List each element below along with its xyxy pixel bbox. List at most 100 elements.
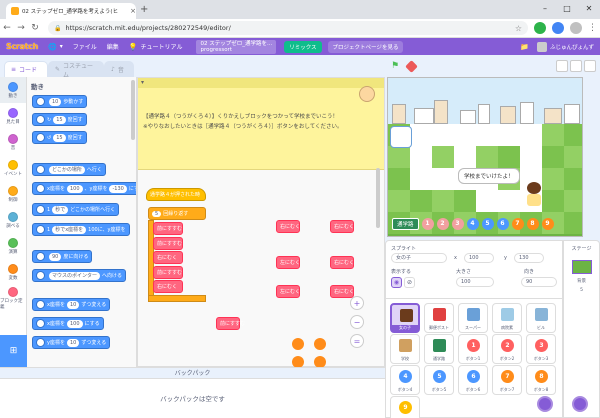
block-input[interactable]: 10 — [66, 338, 80, 347]
palette-block[interactable]: 10 歩動かす — [32, 95, 88, 108]
maximize-icon[interactable]: □ — [556, 0, 578, 19]
palette-block[interactable]: 90 度に向ける — [32, 250, 93, 263]
sprite-thumb[interactable]: 1 ボタン1 — [458, 334, 488, 364]
zoom-reset-icon[interactable]: = — [350, 334, 364, 348]
minimize-icon[interactable]: – — [534, 0, 556, 19]
see-project-page-button[interactable]: プロジェクトページを見る — [327, 40, 404, 53]
palette-block[interactable]: ↻ 15 度回す — [32, 113, 87, 126]
new-tab-button[interactable]: + — [140, 4, 148, 15]
route-button-7[interactable]: 7 — [511, 218, 524, 230]
stage-panel[interactable]: ステージ 背景 5 — [563, 240, 600, 418]
floating-custom-block[interactable]: 左にむく — [276, 256, 300, 269]
sprite-thumb[interactable]: 病院素 — [492, 303, 522, 333]
girl-sprite[interactable] — [525, 182, 543, 208]
hide-visible-icon[interactable]: ⊘ — [404, 277, 415, 288]
sprite-thumb[interactable]: 3 ボタン3 — [526, 334, 556, 364]
file-menu[interactable]: ファイル — [73, 42, 97, 51]
y-field[interactable]: 130 — [514, 253, 544, 263]
browser-tab[interactable]: 02 ステップゼロ_通学路を考えよう(ヒ × — [6, 3, 136, 19]
stage[interactable]: 学校までいけたよ！ 通学路 123456789 — [387, 77, 583, 237]
route-button-8[interactable]: 8 — [526, 218, 539, 230]
block-input[interactable]: 100 — [66, 319, 83, 328]
block-input[interactable]: 10 — [49, 97, 62, 106]
small-stage-icon[interactable] — [556, 60, 568, 72]
route-button-5[interactable]: 5 — [481, 218, 494, 230]
profile-avatar[interactable] — [570, 22, 582, 34]
palette-scrollbar[interactable] — [131, 80, 135, 140]
tab-sounds[interactable]: ♪ 音 — [104, 61, 134, 77]
window-close-icon[interactable]: ✕ — [578, 0, 600, 19]
bookmark-star-icon[interactable]: ☆ — [515, 24, 522, 33]
block-checkbox[interactable] — [36, 252, 45, 261]
green-flag-icon[interactable]: ⚑ — [391, 61, 401, 71]
user-menu[interactable]: 📁 ふじゅんぴょんず — [520, 41, 594, 52]
show-visible-icon[interactable]: ◉ — [391, 277, 402, 288]
collapse-icon[interactable]: ▾ — [141, 79, 144, 86]
route-button-1[interactable]: 1 — [421, 218, 434, 230]
tab-code[interactable]: ≡ コード — [4, 61, 48, 77]
block-checkbox[interactable] — [36, 300, 45, 309]
block-checkbox[interactable] — [36, 165, 45, 174]
zoom-out-icon[interactable]: − — [350, 315, 364, 329]
category-0[interactable]: 動き — [0, 77, 26, 103]
reload-icon[interactable]: ↻ — [28, 23, 42, 33]
block-checkbox[interactable] — [36, 115, 45, 124]
edit-menu[interactable]: 編集 — [107, 42, 119, 51]
sprite-thumb[interactable]: 9ボタン9 — [390, 396, 420, 418]
palette-block[interactable]: ↺ 15 度回す — [32, 131, 87, 144]
sprite-thumb[interactable]: 5 ボタン5 — [424, 365, 454, 395]
category-7[interactable]: 変数 — [0, 259, 26, 285]
sprite-thumb[interactable]: 郵便ポスト — [424, 303, 454, 333]
palette-block[interactable]: マウスのポインター へ向ける — [32, 269, 127, 282]
forward-icon[interactable]: → — [14, 23, 28, 33]
add-extension-button[interactable]: ⊞ — [0, 335, 27, 367]
block-checkbox[interactable] — [36, 97, 45, 106]
backpack-header[interactable]: バックパック — [0, 368, 385, 379]
route-button-4[interactable]: 4 — [466, 218, 479, 230]
custom-block[interactable]: 前にすすむ — [153, 222, 183, 235]
sprite-thumb[interactable]: 4 ボタン4 — [390, 365, 420, 395]
block-bubble[interactable] — [314, 338, 326, 350]
when-clicked-hat-block[interactable]: 通学路４が押された時 — [146, 188, 206, 201]
block-input[interactable]: 秒でx座標を — [52, 225, 87, 234]
block-bubble[interactable] — [292, 338, 304, 350]
palette-block[interactable]: x座標を100、y座標を-130にする — [32, 182, 136, 195]
floating-custom-block[interactable]: 右にむく — [330, 256, 354, 269]
add-sprite-button[interactable] — [537, 396, 553, 412]
sprite-thumb[interactable]: 2 ボタン2 — [492, 334, 522, 364]
route-button-6[interactable]: 6 — [496, 218, 509, 230]
tab-close-icon[interactable]: × — [130, 7, 136, 15]
backpack[interactable]: バックパック バックパックは空です — [0, 367, 385, 418]
palette-block[interactable]: どこかの場所 へ行く — [32, 163, 106, 176]
remix-button[interactable]: リミックス — [284, 40, 322, 53]
sprite-name-field[interactable]: 女の子 — [391, 253, 447, 263]
category-1[interactable]: 見た目 — [0, 103, 26, 129]
floating-custom-block[interactable]: 前にすすむ — [216, 317, 245, 330]
palette-block[interactable]: 1 秒でx座標を 100 に、y座標を — [32, 223, 130, 236]
size-field[interactable]: 100 — [456, 277, 494, 287]
fullscreen-icon[interactable] — [584, 60, 596, 72]
project-title-field[interactable]: 02 ステップゼロ_通学路を... progressort — [196, 39, 277, 54]
custom-block[interactable]: 右にむく — [153, 251, 183, 264]
tutorials-button[interactable]: 💡 チュートリアル — [129, 42, 183, 52]
block-input[interactable]: -130 — [109, 184, 127, 193]
sprite-thumb[interactable]: 7 ボタン7 — [492, 365, 522, 395]
custom-block[interactable]: 前にすすむ — [153, 265, 183, 279]
extension-icon[interactable] — [534, 22, 546, 34]
block-input[interactable]: 90 — [49, 252, 62, 261]
route-button-2[interactable]: 2 — [436, 218, 449, 230]
note-header[interactable]: ▾ — [138, 78, 384, 88]
sprite-thumb[interactable]: 6 ボタン6 — [458, 365, 488, 395]
category-5[interactable]: 調べる — [0, 207, 26, 233]
back-icon[interactable]: ← — [0, 23, 14, 33]
stage-thumbnail[interactable] — [571, 260, 592, 274]
normal-stage-icon[interactable] — [570, 60, 582, 72]
block-checkbox[interactable] — [36, 319, 45, 328]
tab-costumes[interactable]: ✎ コスチューム — [48, 61, 104, 79]
script-scrollbar[interactable] — [376, 168, 380, 228]
block-input[interactable]: 秒で — [52, 205, 69, 214]
sprite-thumb[interactable]: ビル — [526, 303, 556, 333]
sprite-thumb[interactable]: 8 ボタン8 — [526, 365, 556, 395]
category-6[interactable]: 演算 — [0, 233, 26, 259]
repeat-block[interactable]: 5 回繰り返す — [148, 207, 206, 220]
